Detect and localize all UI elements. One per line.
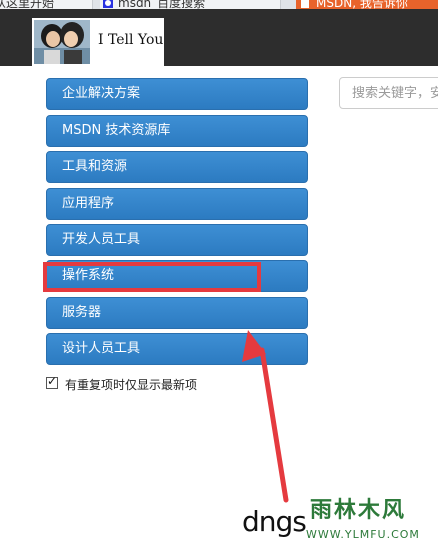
annotation-text: dngs: [242, 505, 307, 538]
annotation-arrow-icon: [242, 330, 289, 503]
watermark-logo: 雨林木风 WWW.YLMFU.COM: [298, 486, 434, 550]
watermark-url: WWW.YLMFU.COM: [306, 528, 420, 541]
watermark-title: 雨林木风: [310, 498, 407, 523]
